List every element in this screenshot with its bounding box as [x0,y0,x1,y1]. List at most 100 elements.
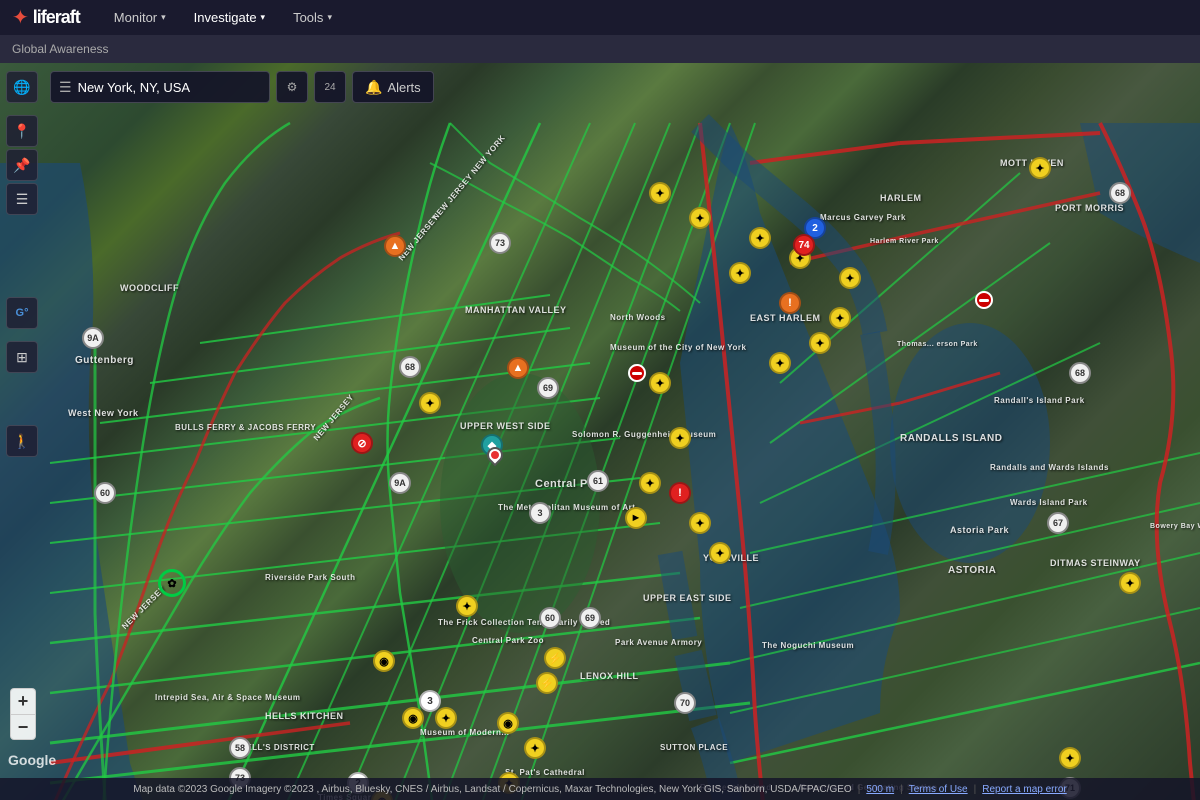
map-marker-m4[interactable]: ✦ [729,262,751,284]
person-button[interactable]: 🚶 [6,425,38,457]
globe-button[interactable]: 🌐 [6,71,38,103]
area-label-al4: BULLS FERRY & JACOBS FERRY [175,423,316,432]
map-marker-m37[interactable]: ✦ [456,595,478,617]
map-marker-m8[interactable]: ! [779,292,801,314]
area-label-al2: Guttenberg [75,355,134,366]
area-label-al17: Park Avenue Armory [615,638,702,647]
logo-icon: ✦ [12,5,29,30]
report-map-error-link[interactable]: Report a map error [982,784,1066,795]
map-marker-m13[interactable]: ✦ [419,392,441,414]
map-marker-m24[interactable]: ✦ [435,707,457,729]
area-label-al12: Randalls and Wards Islands [990,463,1109,472]
map-pin[interactable] [487,447,503,463]
layers-button[interactable]: ⊞ [6,341,38,373]
area-label-al16: Central Park Zoo [472,636,544,645]
location-pin-button[interactable]: 📍 [6,115,38,147]
map-marker-m19[interactable]: ✦ [689,512,711,534]
route-badge-rb8: 67 [1047,512,1069,534]
alerts-button[interactable]: 🔔 Alerts [352,71,434,103]
map-marker-m3[interactable]: ✦ [749,227,771,249]
route-badge-rb14: 68 [1109,182,1131,204]
zoom-in-button[interactable]: + [10,688,36,714]
area-label-al6: UPPER WEST SIDE [460,421,551,431]
map-marker-m28[interactable]: ✦ [524,737,546,759]
map-marker-m2[interactable]: ✦ [689,207,711,229]
area-label-al41: Museum of the City of New York [610,343,747,352]
area-label-al45: Randall's Island Park [994,396,1085,405]
area-label-al35: DITMAS STEINWAY [1050,558,1141,568]
area-label-al22: Museum of Modern... [420,728,510,737]
map-marker-m36[interactable]: ⚡ [536,672,558,694]
scale-indicator: 500 m [866,784,894,795]
map-marker-m32[interactable]: ✦ [1029,157,1051,179]
map-marker-m10[interactable]: ✦ [809,332,831,354]
bookmark-button[interactable]: 📌 [6,149,38,181]
chevron-down-icon: ▾ [327,12,332,23]
zoom-out-button[interactable]: − [10,714,36,740]
area-label-al51: Riverside Park South [265,573,355,582]
filter-button[interactable]: ⚙ [276,71,308,103]
search-input-wrap[interactable]: ☰ [50,71,270,103]
chevron-down-icon: ▾ [261,12,266,23]
area-label-al19: The Noguchi Museum [762,641,854,650]
map-marker-m15[interactable]: ✦ [669,427,691,449]
map-marker-m12[interactable]: ✦ [649,372,671,394]
area-label-al47: Thomas... erson Park [897,341,978,348]
route-badge-rb19: 3 [529,502,551,524]
area-label-al42: Bowery Bay Water... [1150,523,1200,530]
area-label-al34: Astoria Park [950,525,1009,535]
search-bar: ☰ ⚙ 24 🔔 Alerts [50,71,434,103]
area-label-al36: ASTORIA [948,565,996,576]
map-container[interactable]: 🌐 📍 📌 ☰ G° ⊞ 🚶 ☰ ⚙ 24 🔔 Alerts [0,63,1200,800]
area-label-al9: The Metropolitan Museum of Art [498,503,635,512]
map-marker-m35[interactable]: ✦ [1059,747,1081,769]
map-marker-m34[interactable]: 74 [793,234,815,256]
attribution-text: Map data ©2023 Google Imagery ©2023 , Ai… [133,784,851,795]
map-marker-m17[interactable]: ! [669,482,691,504]
google-streetview-button[interactable]: G° [6,297,38,329]
nav-investigate[interactable]: Investigate ▾ [180,0,279,35]
map-marker-m14[interactable]: ▲ [507,357,529,379]
area-label-al3: West New York [68,408,139,418]
nav-tools-label: Tools [293,10,323,25]
map-marker-m33[interactable]: ✦ [1119,572,1141,594]
area-label-al39: HARLEM [880,193,922,203]
nav-monitor-label: Monitor [114,10,157,25]
area-label-al20: HELLS KITCHEN [265,711,344,721]
map-marker-m18[interactable]: ► [625,507,647,529]
route-badge-rb2: 68 [399,356,421,378]
hamburger-icon: ☰ [59,79,72,96]
nav-monitor[interactable]: Monitor ▾ [100,0,180,35]
no-entry-sign-ne2 [975,291,993,309]
map-marker-m20[interactable]: ✦ [709,542,731,564]
area-label-al24: SUTTON PLACE [660,743,728,752]
map-marker-m25[interactable]: ◉ [402,707,424,729]
area-label-al40: North Woods [610,313,666,322]
area-label-al14: UPPER EAST SIDE [643,593,732,603]
area-label-al5: MANHATTAN VALLEY [465,305,567,315]
time-filter-button[interactable]: 24 [314,71,346,103]
map-marker-m11[interactable]: ✦ [769,352,791,374]
navbar: ✦ liferaft Monitor ▾ Investigate ▾ Tools… [0,0,1200,35]
app-logo[interactable]: ✦ liferaft [12,5,80,30]
map-marker-m30[interactable]: ✿ [158,569,186,597]
map-marker-m7[interactable]: ✦ [839,267,861,289]
no-entry-sign-ne1 [628,364,646,382]
map-marker-m29[interactable]: ▲ [384,235,406,257]
map-marker-m16[interactable]: ✦ [639,472,661,494]
map-marker-m1[interactable]: ✦ [649,182,671,204]
breadcrumb-text: Global Awareness [12,42,109,56]
map-marker-m40[interactable]: 3 [419,690,441,712]
map-marker-m9[interactable]: ✦ [829,307,851,329]
terms-of-use-link[interactable]: Terms of Use [909,784,968,795]
zoom-controls: + − [10,688,36,740]
map-marker-m22[interactable]: ◉ [373,650,395,672]
nav-tools[interactable]: Tools ▾ [279,0,346,35]
list-button[interactable]: ☰ [6,183,38,215]
map-marker-m21[interactable]: ⚡ [544,647,566,669]
map-marker-m39[interactable]: ⊘ [351,432,373,454]
chevron-down-icon: ▾ [161,12,166,23]
search-input[interactable] [78,80,261,95]
area-label-al11: RANDALLS ISLAND [900,433,1003,444]
map-marker-m26[interactable]: ◉ [497,712,519,734]
